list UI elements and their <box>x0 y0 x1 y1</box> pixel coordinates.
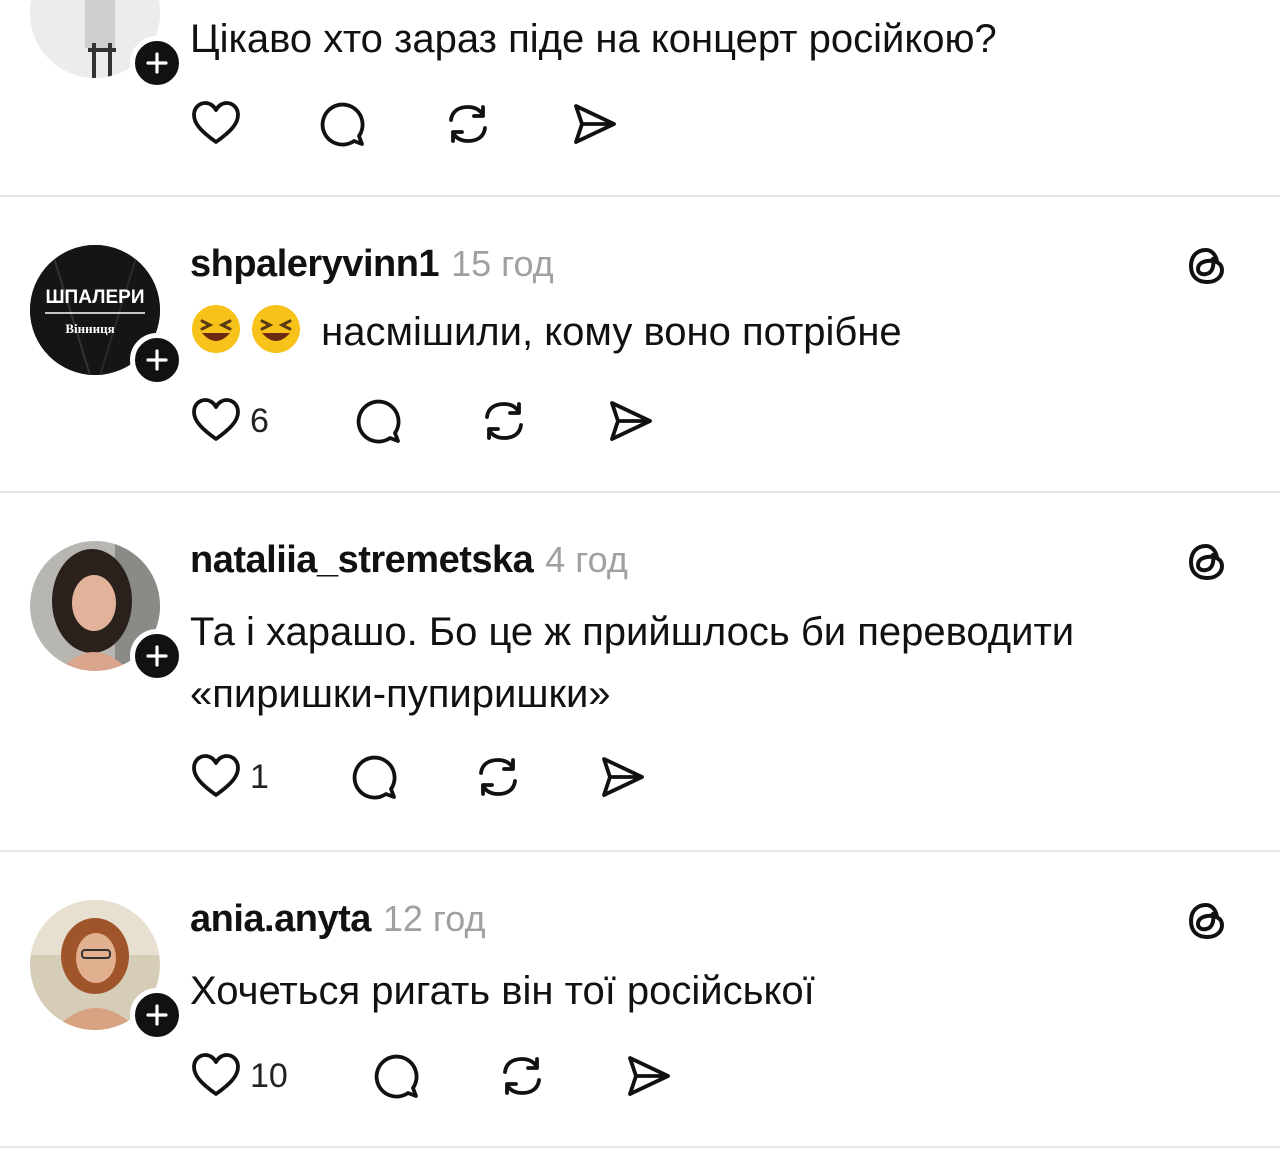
send-icon <box>574 104 616 144</box>
emoji <box>190 305 321 354</box>
send-icon <box>628 1056 670 1096</box>
avatar-logo-subtext: Вінниця <box>65 321 114 336</box>
repost-icon <box>449 105 487 143</box>
like-button[interactable]: 1 <box>190 751 269 803</box>
post-text: Цікаво хто зараз піде на концерт російко… <box>190 17 997 61</box>
avatar-logo-text: ШПАЛЕРИ <box>45 287 144 308</box>
like-count: 6 <box>250 401 269 440</box>
username[interactable]: shpaleryvinn1 <box>190 243 440 286</box>
post-text-body: насмішили, кому воно потрібне <box>321 310 902 354</box>
comment-icon <box>352 755 397 800</box>
avatar-2[interactable] <box>30 541 184 683</box>
follow-button[interactable] <box>130 36 184 90</box>
laughing-emoji-icon <box>252 305 300 353</box>
share-button[interactable] <box>622 1050 674 1102</box>
like-count: 1 <box>250 757 269 796</box>
post-text: Та і харашо. Бо це ж прийшлось би перево… <box>190 610 1075 716</box>
laughing-emoji-icon <box>192 305 240 353</box>
heart-icon <box>192 398 240 441</box>
like-button[interactable] <box>190 98 242 150</box>
post-1: ШПАЛЕРИ Вінниця shpaleryvinn1 15 год нас… <box>0 197 1280 492</box>
timestamp: 12 год <box>382 898 486 939</box>
like-button[interactable]: 10 <box>190 1050 288 1102</box>
comment-icon <box>356 399 401 444</box>
username[interactable]: nataliia_stremetska <box>190 539 534 582</box>
share-button[interactable] <box>604 395 656 447</box>
post-header: shpaleryvinn1 15 год <box>190 243 554 286</box>
username[interactable]: ania.anyta <box>190 898 371 941</box>
heart-icon <box>192 1053 240 1096</box>
post-2: nataliia_stremetska 4 год Та і харашо. Б… <box>0 493 1280 850</box>
heart-icon <box>192 101 240 144</box>
avatar-3[interactable] <box>30 900 184 1042</box>
plus-icon <box>146 349 168 371</box>
follow-button[interactable] <box>130 629 184 683</box>
avatar-0[interactable] <box>30 0 184 90</box>
repost-icon <box>485 402 523 440</box>
repost-icon <box>503 1057 541 1095</box>
timestamp: 4 год <box>545 539 628 580</box>
post-3: ania.anyta 12 год Хочеться ригать він то… <box>0 852 1280 1147</box>
comment-icon <box>320 102 365 147</box>
repost-icon <box>479 758 517 796</box>
send-icon <box>602 757 644 797</box>
share-button[interactable] <box>568 98 620 150</box>
plus-icon <box>146 1004 168 1026</box>
like-button[interactable]: 6 <box>190 395 269 447</box>
repost-button[interactable] <box>496 1050 548 1102</box>
avatar-1[interactable]: ШПАЛЕРИ Вінниця <box>30 245 184 387</box>
post-text: насмішили, кому воно потрібне <box>190 301 1250 363</box>
reply-button[interactable] <box>348 751 400 803</box>
plus-icon <box>146 645 168 667</box>
follow-button[interactable] <box>130 333 184 387</box>
threads-icon[interactable] <box>1182 537 1232 587</box>
timestamp: 15 год <box>451 243 554 284</box>
repost-button[interactable] <box>472 751 524 803</box>
post-header: ania.anyta 12 год <box>190 898 486 941</box>
share-button[interactable] <box>596 751 648 803</box>
repost-button[interactable] <box>442 98 494 150</box>
threads-icon[interactable] <box>1182 896 1232 946</box>
heart-icon <box>192 754 240 797</box>
comment-icon <box>374 1054 419 1099</box>
like-count: 10 <box>250 1056 288 1095</box>
follow-button[interactable] <box>130 988 184 1042</box>
post-text: Хочеться ригать він тої російської <box>190 969 815 1013</box>
post-0: Цікаво хто зараз піде на концерт російко… <box>0 0 1280 196</box>
reply-button[interactable] <box>316 98 368 150</box>
repost-button[interactable] <box>478 395 530 447</box>
plus-icon <box>146 52 168 74</box>
send-icon <box>610 401 652 441</box>
post-header: nataliia_stremetska 4 год <box>190 539 628 582</box>
reply-button[interactable] <box>370 1050 422 1102</box>
reply-button[interactable] <box>352 395 404 447</box>
divider <box>0 1146 1280 1148</box>
threads-icon[interactable] <box>1182 241 1232 291</box>
